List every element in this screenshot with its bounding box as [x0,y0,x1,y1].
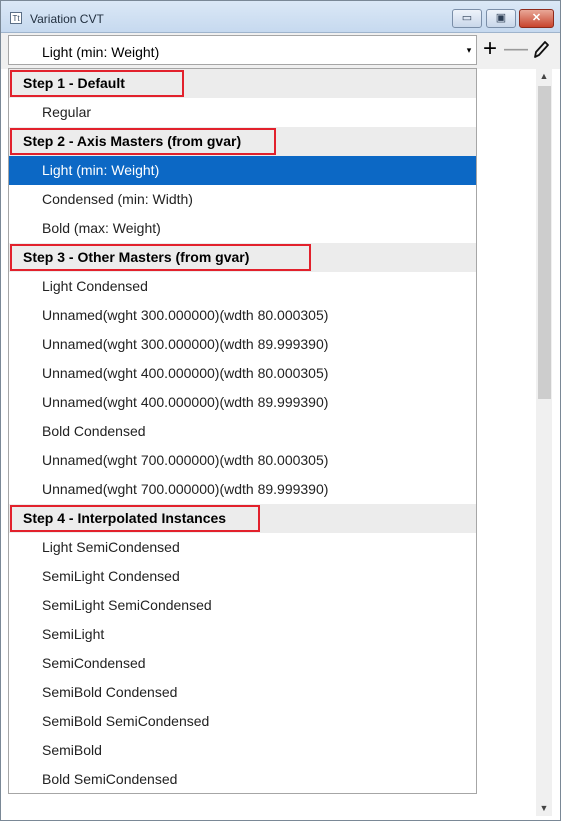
remove-button[interactable]: — [504,36,528,64]
instance-dropdown[interactable]: Light (min: Weight) ▾ [8,35,477,65]
maximize-button[interactable]: ▣ [486,9,516,28]
app-icon: Tt [10,12,22,24]
list-item[interactable]: SemiBold SemiCondensed [9,707,476,736]
close-button[interactable]: ✕ [519,9,554,28]
list-item[interactable]: Light SemiCondensed [9,533,476,562]
vertical-scrollbar[interactable]: ▲ ▼ [536,68,552,816]
list-item[interactable]: SemiLight Condensed [9,562,476,591]
list-section-header: Step 3 - Other Masters (from gvar) [9,243,476,272]
list-item[interactable]: Unnamed(wght 300.000000)(wdth 89.999390) [9,330,476,359]
add-button[interactable]: + [478,36,502,64]
highlight-box [10,244,311,271]
title-bar[interactable]: Tt Variation CVT ▭ ▣ ✕ [1,1,560,33]
toolbar: Light (min: Weight) ▾ + — [1,33,560,69]
chevron-down-icon[interactable]: ▾ [464,45,474,56]
minimize-button[interactable]: ▭ [452,9,482,28]
list-item[interactable]: SemiLight [9,620,476,649]
list-item[interactable]: Regular [9,98,476,127]
list-item[interactable]: Condensed (min: Width) [9,185,476,214]
list-section-header: Step 4 - Interpolated Instances [9,504,476,533]
scroll-thumb[interactable] [538,86,551,399]
list-item[interactable]: SemiBold [9,736,476,765]
scroll-down-icon[interactable]: ▼ [536,800,552,816]
list-item[interactable]: Bold SemiCondensed [9,765,476,793]
list-item[interactable]: SemiBold Condensed [9,678,476,707]
list-item[interactable]: SemiLight SemiCondensed [9,591,476,620]
list-item[interactable]: Unnamed(wght 400.000000)(wdth 80.000305) [9,359,476,388]
list-item[interactable]: Unnamed(wght 700.000000)(wdth 80.000305) [9,446,476,475]
list-item[interactable]: Light Condensed [9,272,476,301]
list-item[interactable]: Unnamed(wght 300.000000)(wdth 80.000305) [9,301,476,330]
list-section-header: Step 1 - Default [9,69,476,98]
list-item[interactable]: Unnamed(wght 400.000000)(wdth 89.999390) [9,388,476,417]
edit-button[interactable] [529,36,553,64]
variation-cvt-window: Tt Variation CVT ▭ ▣ ✕ Light (min: Weigh… [0,0,561,821]
list-item[interactable]: Bold (max: Weight) [9,214,476,243]
list-item[interactable]: Bold Condensed [9,417,476,446]
list-section-header: Step 2 - Axis Masters (from gvar) [9,127,476,156]
list-item[interactable]: Unnamed(wght 700.000000)(wdth 89.999390) [9,475,476,504]
scroll-up-icon[interactable]: ▲ [536,68,552,84]
dropdown-selected-value: Light (min: Weight) [42,44,160,60]
instance-list: Step 1 - Default Regular Step 2 - Axis Mas… [8,68,477,794]
highlight-box [10,505,260,532]
highlight-box [10,128,276,155]
list-item[interactable]: SemiCondensed [9,649,476,678]
list-item-selected[interactable]: Light (min: Weight) [9,156,476,185]
window-title: Variation CVT [30,12,104,26]
pencil-icon [534,41,549,58]
highlight-box [10,70,184,97]
